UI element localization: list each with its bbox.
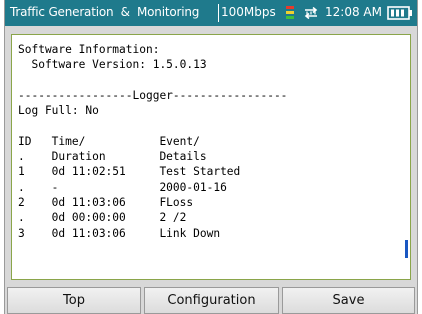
save-button[interactable]: Save bbox=[282, 287, 415, 314]
log-panel[interactable]: Software Information: Software Version: … bbox=[11, 34, 411, 280]
configuration-button[interactable]: Configuration bbox=[144, 287, 279, 314]
screen-frame: Traffic Generation & Monitoring 100Mbps … bbox=[0, 0, 422, 314]
scrollbar-thumb[interactable] bbox=[405, 240, 408, 258]
title-bar: Traffic Generation & Monitoring 100Mbps … bbox=[5, 0, 417, 26]
top-button[interactable]: Top bbox=[7, 287, 141, 314]
link-rate: 100Mbps bbox=[221, 5, 276, 19]
softkey-bar: Top Configuration Save bbox=[5, 287, 417, 314]
signal-icon bbox=[286, 6, 294, 19]
log-text: Software Information: Software Version: … bbox=[18, 43, 288, 240]
battery-icon bbox=[387, 6, 412, 20]
transfer-icon bbox=[304, 7, 318, 19]
title-separator bbox=[218, 4, 219, 22]
device-screen: Traffic Generation & Monitoring 100Mbps … bbox=[4, 0, 418, 314]
app-title: Traffic Generation & Monitoring bbox=[10, 5, 200, 19]
clock: 12:08 AM bbox=[325, 5, 382, 19]
